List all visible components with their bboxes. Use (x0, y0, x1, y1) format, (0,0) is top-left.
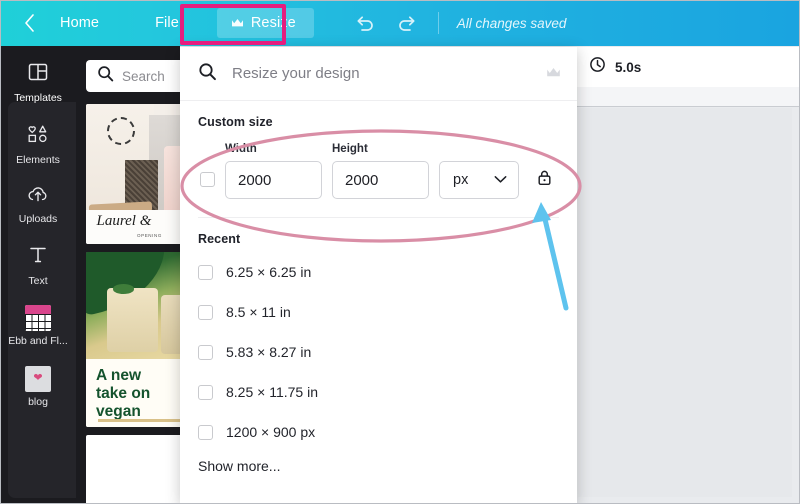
list-item[interactable]: 8.5 × 11 in (198, 292, 559, 332)
header-divider (437, 12, 439, 34)
text-icon (27, 244, 49, 271)
width-label: Width (225, 143, 257, 155)
recent-item-checkbox[interactable] (198, 264, 213, 280)
template-search-input[interactable]: Search (86, 60, 180, 92)
resize-search-row[interactable]: Resize your design (180, 47, 577, 101)
custom-size-title: Custom size (198, 115, 273, 129)
undo-icon[interactable] (354, 12, 376, 34)
sidebar-item-text[interactable]: Text (0, 235, 76, 297)
elements-icon (26, 123, 50, 150)
template-card-grid: Laurel & OPENING A new take on vegan (86, 104, 180, 504)
recent-item-checkbox[interactable] (198, 424, 213, 440)
search-icon (198, 62, 217, 86)
sidebar-item-label: blog (28, 395, 48, 408)
page-duration-bar: 5.0s (577, 47, 800, 87)
recent-title: Recent (198, 232, 241, 246)
sidebar-item-label: Ebb and Fl... (8, 335, 68, 348)
uploads-cloud-icon (26, 184, 50, 209)
lock-closed-icon (537, 169, 552, 191)
height-label: Height (332, 143, 368, 155)
brandkit-thumbnail-icon (25, 305, 51, 332)
recent-item-label: 8.5 × 11 in (226, 304, 291, 320)
template-card[interactable] (86, 435, 180, 504)
width-input[interactable]: 2000 (225, 161, 322, 199)
recent-item-checkbox[interactable] (198, 304, 213, 320)
template-card-headline: A new take on vegan (96, 366, 151, 421)
recent-item-checkbox[interactable] (198, 344, 213, 360)
save-status-text: All changes saved (456, 15, 567, 31)
sidebar-item-label: Elements (16, 153, 60, 166)
height-input[interactable]: 2000 (332, 161, 429, 199)
list-item[interactable]: 5.83 × 8.27 in (198, 332, 559, 372)
templates-icon (27, 61, 49, 88)
resize-button[interactable]: Resize (216, 8, 314, 38)
custom-size-row: Width 2000 Height 2000 px (198, 143, 559, 199)
page-duration-value: 5.0s (615, 59, 642, 75)
file-menu-button[interactable]: File (141, 9, 193, 37)
sidebar-item-elements[interactable]: Elements (0, 114, 76, 176)
list-item[interactable]: 1200 × 900 px (198, 412, 559, 452)
recent-size-list: 6.25 × 6.25 in 8.5 × 11 in 5.83 × 8.27 i… (198, 252, 559, 452)
template-card[interactable]: A new take on vegan (86, 252, 180, 427)
recent-item-label: 8.25 × 11.75 in (226, 384, 318, 400)
resize-search-placeholder: Resize your design (232, 65, 360, 82)
recent-item-label: 5.83 × 8.27 in (226, 344, 312, 360)
template-card-tiny-text: OPENING (137, 233, 162, 239)
chevron-down-icon (494, 172, 507, 188)
chevron-left-icon[interactable] (22, 12, 36, 34)
list-item[interactable]: 8.25 × 11.75 in (198, 372, 559, 412)
recent-item-label: 6.25 × 6.25 in (226, 264, 312, 280)
clock-icon[interactable] (589, 56, 606, 78)
templates-panel: Search Laurel & OPENING A new take on ve… (76, 46, 180, 504)
canvas-toolbar-strip (577, 87, 800, 107)
crown-icon (546, 65, 561, 83)
unit-select-value: px (453, 172, 469, 188)
home-button[interactable]: Home (46, 9, 113, 37)
search-icon (97, 65, 114, 87)
design-canvas-area[interactable] (578, 108, 792, 497)
resize-button-label: Resize (250, 15, 296, 31)
recent-item-label: 1200 × 900 px (226, 424, 316, 440)
custom-size-checkbox[interactable] (200, 172, 215, 187)
sidebar-item-templates[interactable]: Templates (0, 52, 76, 114)
crown-icon (231, 18, 244, 28)
dashed-circle-decor (107, 116, 135, 145)
top-header-bar: Home File Resize All changes saved (0, 0, 800, 46)
sidebar-item-brand-kit[interactable]: Ebb and Fl... (0, 296, 76, 357)
blog-thumbnail-icon: ❤ (25, 365, 51, 392)
canva-editor-screenshot: Home File Resize All changes saved Templ… (0, 0, 800, 504)
redo-icon[interactable] (396, 12, 418, 34)
sidebar-item-label: Uploads (18, 213, 58, 226)
sidebar-item-label: Text (28, 274, 48, 287)
sidebar-item-uploads[interactable]: Uploads (0, 175, 76, 235)
template-card[interactable]: Laurel & OPENING (86, 104, 180, 244)
lock-aspect-ratio-button[interactable] (533, 161, 555, 199)
recent-item-checkbox[interactable] (198, 384, 213, 400)
left-tool-rail: Templates Elements Uploads Text Ebb and … (0, 46, 76, 504)
resize-dropdown-panel: Resize your design Custom size Width 200… (180, 47, 577, 504)
template-search-placeholder: Search (122, 68, 165, 84)
list-item[interactable]: 6.25 × 6.25 in (198, 252, 559, 292)
sidebar-item-blog[interactable]: ❤ blog (0, 357, 76, 418)
template-card-script-text: Laurel & (96, 213, 152, 229)
sidebar-item-label: Templates (14, 92, 62, 104)
unit-select[interactable]: px (439, 161, 519, 199)
resize-dropdown-body: Custom size Width 2000 Height 2000 px Re… (180, 101, 577, 474)
show-more-link[interactable]: Show more... (198, 458, 559, 474)
section-divider (198, 217, 559, 218)
